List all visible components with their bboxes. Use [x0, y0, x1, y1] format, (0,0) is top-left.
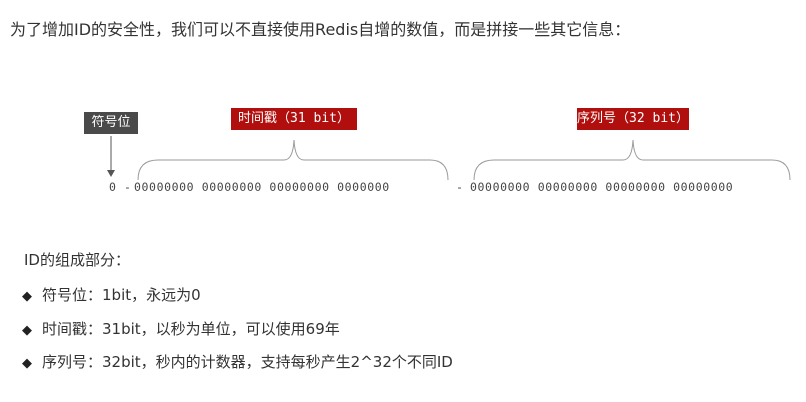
timestamp-bits: 00000000 00000000 00000000 0000000 [134, 180, 390, 194]
list-item-text: 时间戳：31bit，以秒为单位，可以使用69年 [42, 320, 340, 338]
diamond-bullet-icon: ◆ [22, 323, 32, 338]
timestamp-brace [137, 139, 449, 181]
diamond-bullet-icon: ◆ [22, 356, 32, 371]
diamond-bullet-icon: ◆ [22, 289, 32, 304]
list-item-text: 序列号：32bit，秒内的计数器，支持每秒产生2^32个不同ID [42, 353, 453, 371]
list-item: ◆ 时间戳：31bit，以秒为单位，可以使用69年 [22, 318, 340, 339]
separator-2: - [456, 180, 464, 194]
sequence-bits: 00000000 00000000 00000000 00000000 [470, 180, 734, 194]
sign-arrow-head [107, 170, 115, 177]
diagram-overlay [107, 136, 791, 181]
sign-bit-value: 0 [109, 180, 117, 194]
list-item: ◆ 序列号：32bit，秒内的计数器，支持每秒产生2^32个不同ID [22, 351, 453, 372]
parts-title: ID的组成部分： [24, 251, 130, 269]
separator-1: - [124, 180, 132, 194]
list-item: ◆ 符号位：1bit，永远为0 [22, 284, 201, 305]
sequence-brace [473, 139, 791, 181]
list-item-text: 符号位：1bit，永远为0 [42, 286, 201, 304]
